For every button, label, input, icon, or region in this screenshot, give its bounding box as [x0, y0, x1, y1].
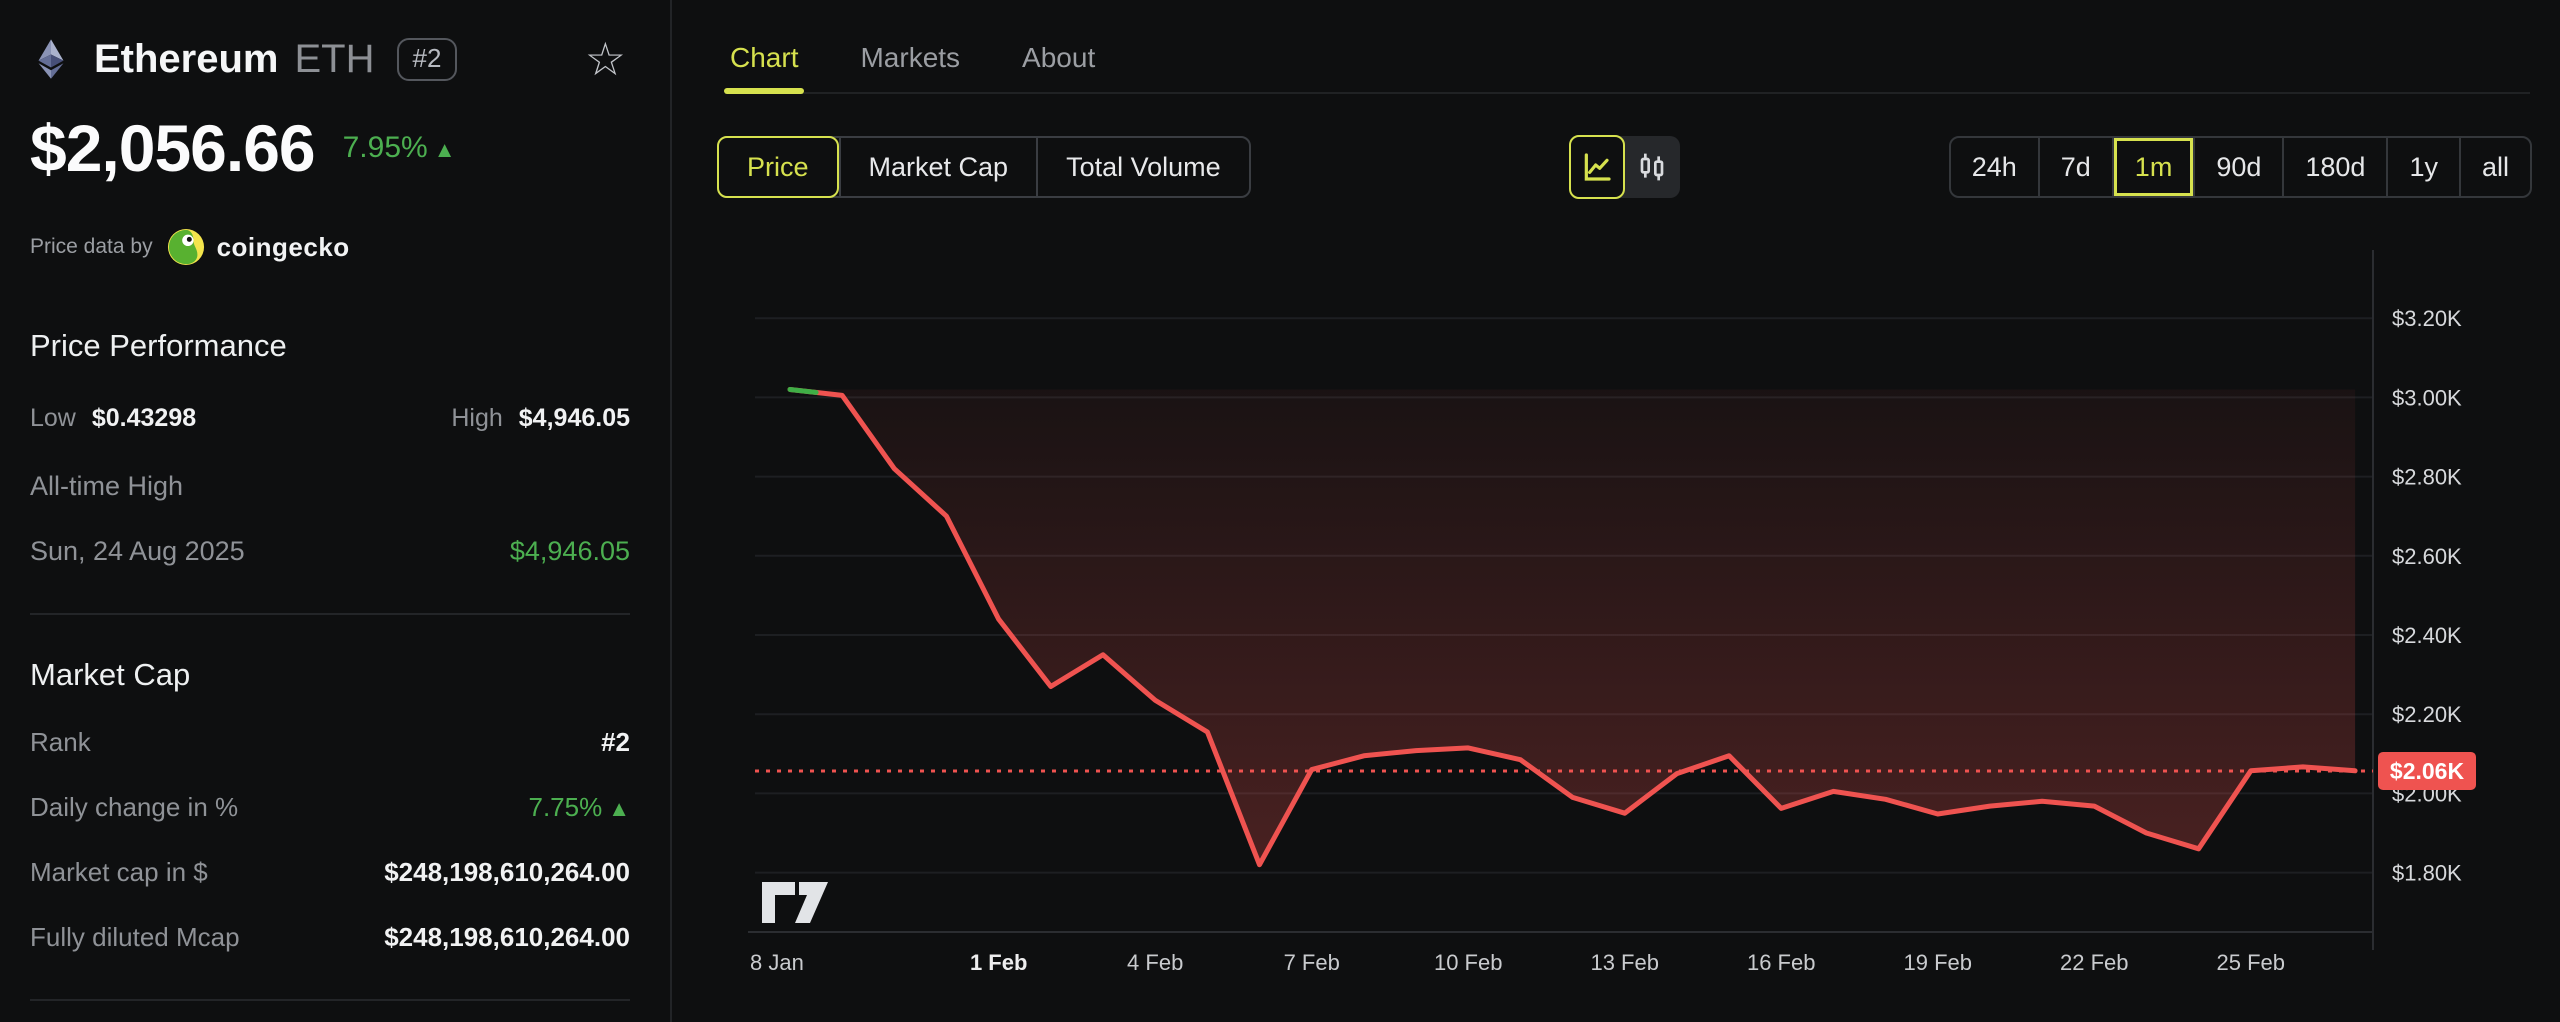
market-cap-row: Fully diluted Mcap $248,198,610,264.00 [30, 922, 630, 953]
favorite-star-icon[interactable]: ☆ [585, 36, 626, 82]
coingecko-brand[interactable]: coingecko [217, 232, 350, 263]
chart-type-toggle [1570, 136, 1680, 198]
market-cap-row: Rank #2 [30, 727, 630, 758]
rank-badge: #2 [397, 38, 458, 81]
row-label: Market cap in $ [30, 857, 208, 888]
metric-toggle: Price Market Cap Total Volume [717, 136, 1251, 198]
section-divider [30, 613, 630, 615]
line-chart-icon [1581, 151, 1613, 183]
coin-name: Ethereum [94, 37, 279, 82]
tab-chart[interactable]: Chart [730, 42, 798, 92]
row-value: 7.75%▲ [528, 792, 630, 823]
range-24h[interactable]: 24h [1951, 138, 2038, 196]
current-price: $2,056.66 [30, 110, 315, 186]
section-divider [30, 999, 630, 1001]
range-7d[interactable]: 7d [2038, 138, 2112, 196]
market-cap-heading: Market Cap [30, 657, 630, 693]
tab-markets[interactable]: Markets [860, 42, 960, 92]
chart-panel: Chart Markets About Price Market Cap Tot… [672, 0, 2560, 1022]
ath-date: Sun, 24 Aug 2025 [30, 536, 245, 567]
price-change: 7.95%▲ [343, 131, 456, 165]
price-performance-heading: Price Performance [30, 328, 630, 364]
ath-label-row: All-time High [30, 471, 630, 502]
range-90d[interactable]: 90d [2193, 138, 2282, 196]
market-cap-row: Market cap in $ $248,198,610,264.00 [30, 857, 630, 888]
metric-totalvolume-button[interactable]: Total Volume [1036, 138, 1249, 196]
market-cap-row: Daily change in % 7.75%▲ [30, 792, 630, 823]
crypto-dashboard: $3.20K$3.00K$2.80K$2.60K$2.40K$2.20K$2.0… [0, 0, 2560, 1022]
range-1y[interactable]: 1y [2386, 138, 2459, 196]
coin-symbol: ETH [295, 37, 375, 82]
ath-value: $4,946.05 [510, 536, 630, 567]
row-value: #2 [601, 727, 630, 758]
time-range-selector: 24h 7d 1m 90d 180d 1y all [1949, 136, 2532, 198]
metric-price-button[interactable]: Price [717, 136, 839, 198]
candlestick-icon [1636, 151, 1668, 183]
low-high-row: Low $0.43298 High $4,946.05 [30, 404, 630, 433]
row-value: $248,198,610,264.00 [384, 922, 630, 953]
main-tabs: Chart Markets About [730, 0, 2530, 94]
low-label: Low [30, 404, 76, 433]
row-label: Fully diluted Mcap [30, 922, 240, 953]
ath-label: All-time High [30, 471, 183, 502]
ath-value-row: Sun, 24 Aug 2025 $4,946.05 [30, 536, 630, 567]
coingecko-logo-icon [167, 228, 205, 266]
up-triangle-icon: ▲ [434, 137, 456, 162]
range-180d[interactable]: 180d [2282, 138, 2386, 196]
row-value: $248,198,610,264.00 [384, 857, 630, 888]
data-attribution: Price data by coingecko [30, 228, 630, 266]
metric-marketcap-button[interactable]: Market Cap [839, 138, 1037, 196]
line-chart-button[interactable] [1569, 135, 1625, 199]
coin-header: Ethereum ETH #2 ☆ [30, 36, 630, 82]
attribution-text: Price data by [30, 235, 153, 259]
candlestick-chart-button[interactable] [1624, 136, 1680, 198]
price-row: $2,056.66 7.95%▲ [30, 110, 630, 186]
ethereum-logo-icon [30, 38, 72, 80]
range-all[interactable]: all [2459, 138, 2530, 196]
row-label: Rank [30, 727, 91, 758]
tab-about[interactable]: About [1022, 42, 1095, 92]
high-value: $4,946.05 [519, 404, 630, 433]
high-label: High [451, 404, 502, 433]
row-label: Daily change in % [30, 792, 238, 823]
range-1m[interactable]: 1m [2112, 138, 2194, 196]
up-triangle-icon: ▲ [608, 796, 630, 821]
low-value: $0.43298 [92, 404, 196, 433]
coin-summary-panel: Ethereum ETH #2 ☆ $2,056.66 7.95%▲ Price… [0, 0, 670, 1022]
